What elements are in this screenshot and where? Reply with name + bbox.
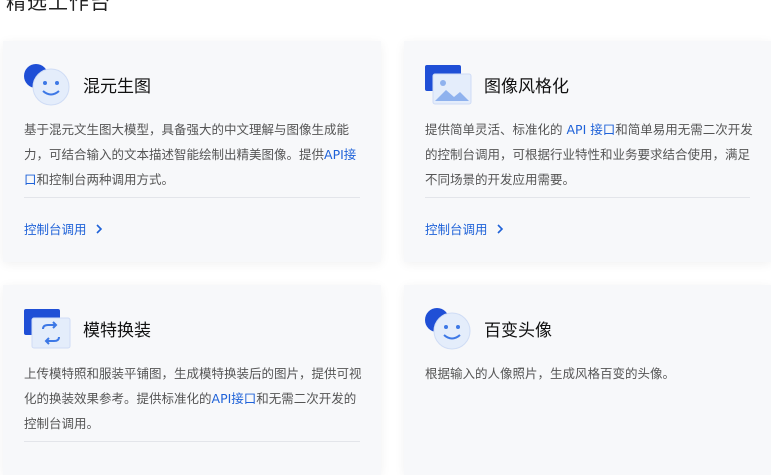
face-bubble-icon [24,64,70,106]
console-call-link[interactable]: 控制台调用 [425,219,504,238]
card-image-stylization[interactable]: 图像风格化 提供简单灵活、标准化的 API 接口和简单易用无需二次开发的控制台调… [404,41,771,262]
divider [24,441,360,442]
desc-text: 提供简单灵活、标准化的 [425,122,567,137]
card-avatar-styles[interactable]: 百变头像 根据输入的人像照片，生成风格百变的头像。 [404,285,771,475]
desc-text: 和控制台两种调用方式。 [36,172,175,187]
chevron-right-icon [496,223,503,234]
card-title: 混元生图 [83,77,151,97]
divider [24,197,360,198]
card-model-outfit-swap[interactable]: 模特换装 上传模特照和服装平铺图，生成模特换装后的图片，提供可视化的换装效果参考… [3,285,381,475]
api-link[interactable]: API接口 [212,391,257,406]
card-description: 根据输入的人像照片，生成风格百变的头像。 [425,361,765,386]
card-title: 图像风格化 [484,77,569,97]
picture-frame-icon [425,65,472,105]
card-description: 基于混元文生图大模型，具备强大的中文理解与图像生成能力，可结合输入的文本描述智能… [24,117,364,192]
desc-text: 根据输入的人像照片，生成风格百变的头像。 [425,366,676,381]
desc-text: 基于混元文生图大模型，具备强大的中文理解与图像生成能力，可结合输入的文本描述智能… [24,122,350,162]
link-label: 控制台调用 [24,222,87,237]
card-description: 提供简单灵活、标准化的 API 接口和简单易用无需二次开发的控制台调用，可根据行… [425,117,761,192]
swap-arrows-icon [24,309,71,349]
divider [425,197,750,198]
face-bubble-icon [425,308,471,350]
card-hunyuan-image[interactable]: 混元生图 基于混元文生图大模型，具备强大的中文理解与图像生成能力，可结合输入的文… [3,41,381,262]
chevron-right-icon [95,223,102,234]
api-link[interactable]: API 接口 [566,122,615,137]
card-description: 上传模特照和服装平铺图，生成模特换装后的图片，提供可视化的换装效果参考。提供标准… [24,361,364,436]
link-label: 控制台调用 [425,222,488,237]
card-title: 百变头像 [484,321,552,341]
console-call-link[interactable]: 控制台调用 [24,219,103,238]
section-title: 精选工作台 [6,0,111,14]
card-title: 模特换装 [83,321,151,341]
